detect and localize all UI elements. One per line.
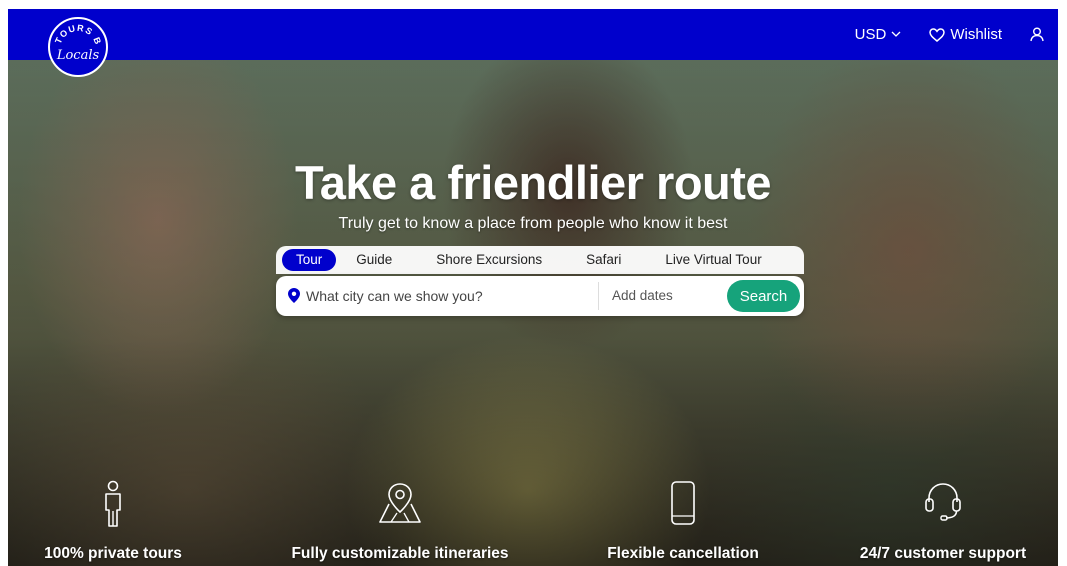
tab-live-virtual-tour[interactable]: Live Virtual Tour [651, 249, 775, 271]
currency-selector[interactable]: USD [855, 26, 902, 43]
logo-mark: TOURS BY Locals [50, 19, 104, 63]
heart-icon [929, 27, 946, 42]
search-divider [598, 282, 599, 310]
phone-icon [671, 481, 695, 525]
account-button[interactable] [1030, 27, 1044, 42]
tab-safari[interactable]: Safari [572, 249, 635, 271]
feature-label: Fully customizable itineraries [291, 545, 509, 562]
page: USD Wishlist TOURS B Locals Take a frien… [8, 9, 1058, 566]
feature-label: 100% private tours [44, 545, 182, 562]
search-bar: Add dates Search [276, 276, 804, 316]
tours-by-locals-logo[interactable]: TOURS BY Locals [48, 17, 108, 77]
location-pin-icon [288, 288, 300, 303]
feature-label: 24/7 customer support [859, 545, 1027, 562]
map-pin-icon [379, 483, 421, 523]
currency-label: USD [854, 26, 887, 43]
city-search-input[interactable] [306, 284, 586, 308]
headset-icon [925, 483, 961, 521]
wishlist-label: Wishlist [950, 26, 1002, 43]
tab-guide[interactable]: Guide [342, 249, 406, 271]
date-picker[interactable]: Add dates [612, 288, 673, 303]
person-icon [105, 480, 121, 527]
search-widget: Tour Guide Shore Excursions Safari Live … [276, 246, 804, 316]
hero-title: Take a friendlier route [294, 156, 772, 209]
top-navigation-bar: USD Wishlist [8, 9, 1058, 60]
hero-subtitle: Truly get to know a place from people wh… [338, 215, 728, 232]
user-icon [1030, 27, 1044, 42]
search-button[interactable]: Search [727, 280, 800, 312]
wishlist-link[interactable]: Wishlist [929, 26, 1002, 43]
feature-label: Flexible cancellation [607, 545, 759, 562]
search-category-tabs: Tour Guide Shore Excursions Safari Live … [276, 246, 804, 274]
svg-text:Locals: Locals [56, 48, 100, 63]
tab-tour[interactable]: Tour [282, 249, 337, 271]
chevron-down-icon [891, 31, 901, 37]
tab-shore-excursions[interactable]: Shore Excursions [422, 249, 556, 271]
svg-text:TOURS BY: TOURS BY [50, 19, 104, 47]
hero-banner: Take a friendlier route Truly get to kno… [8, 60, 1058, 566]
nav-actions: USD Wishlist [855, 9, 1044, 60]
